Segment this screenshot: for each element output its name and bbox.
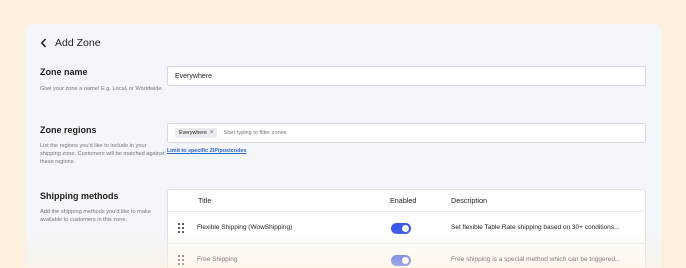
drag-handle-icon[interactable] (178, 255, 184, 265)
chevron-left-icon[interactable] (39, 37, 49, 49)
column-header-enabled: Enabled (390, 196, 417, 205)
page-title: Add Zone (55, 37, 101, 49)
zone-regions-title: Zone regions (40, 125, 97, 135)
method-description: Free shipping is a special method which … (451, 256, 621, 263)
page-header: Add Zone (39, 37, 101, 49)
column-header-title: Title (198, 196, 212, 205)
table-row[interactable]: Flexible Shipping (WowShipping) Set flex… (168, 211, 645, 243)
limit-postcodes-link[interactable]: Limit to specific ZIP/postcodes (167, 148, 246, 154)
shipping-methods-description: Add the shipping methods you'd like to m… (40, 209, 151, 224)
region-chip-label: Everywhere (179, 130, 207, 136)
column-header-description: Description (451, 196, 487, 205)
zone-name-input[interactable]: Everywhere (167, 66, 646, 86)
region-chip: Everywhere × (175, 128, 218, 138)
zone-regions-input[interactable]: Everywhere × Start typing to filter zone… (167, 123, 646, 143)
method-title: Free Shipping (197, 256, 238, 263)
region-search-placeholder: Start typing to filter zones (223, 130, 287, 136)
table-row[interactable]: Free Shipping Free shipping is a special… (168, 243, 645, 268)
zone-name-description: Give your zone a name! E.g. Local, or Wo… (40, 86, 164, 92)
zone-name-value: Everywhere (175, 72, 212, 80)
shipping-methods-title: Shipping methods (40, 191, 119, 201)
drag-handle-icon[interactable] (178, 223, 184, 233)
method-title: Flexible Shipping (WowShipping) (197, 224, 293, 231)
enabled-toggle[interactable] (391, 255, 411, 266)
enabled-toggle[interactable] (391, 223, 411, 234)
zone-name-title: Zone name (40, 67, 88, 77)
method-description: Set flexible Table Rate shipping based o… (451, 224, 620, 231)
zone-regions-description: List the regions you'd like to include i… (40, 143, 165, 166)
remove-chip-icon[interactable]: × (210, 130, 214, 136)
add-zone-panel: Add Zone Zone name Give your zone a name… (25, 24, 662, 268)
shipping-methods-table: Title Enabled Description Flexible Shipp… (167, 189, 646, 268)
